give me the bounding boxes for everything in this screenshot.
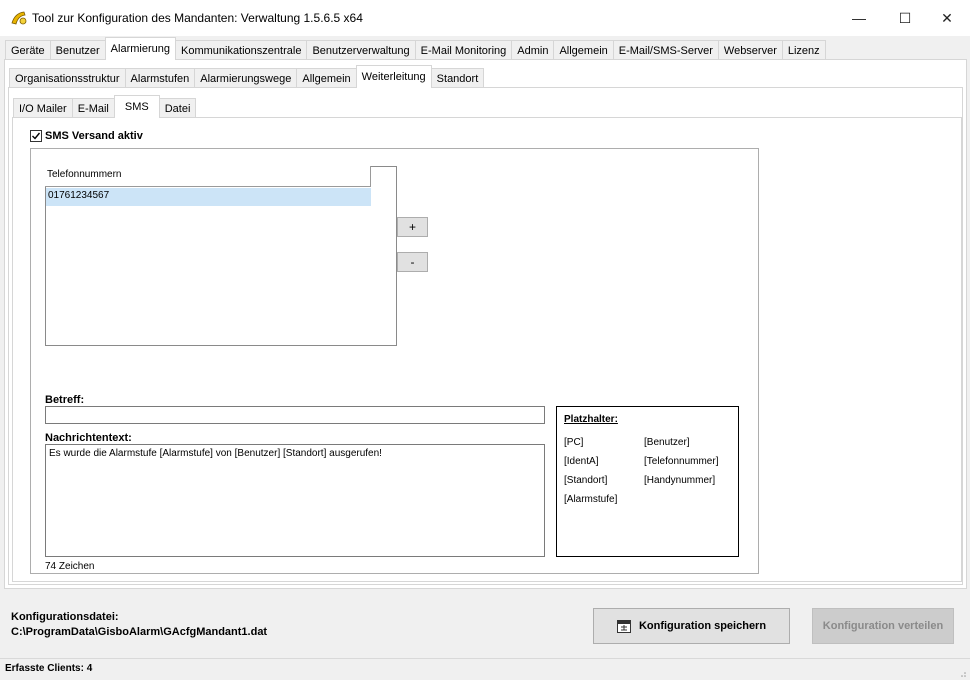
save-icon <box>616 619 631 633</box>
tab-webserver[interactable]: Webserver <box>717 40 783 60</box>
placeholder-handynummer: [Handynummer] <box>644 475 716 486</box>
tab-weiterleitung[interactable]: Weiterleitung <box>355 65 432 88</box>
tab-alarmierung[interactable]: Alarmierung <box>104 37 176 60</box>
save-config-label: Konfiguration speichern <box>638 620 767 632</box>
channel-tab-bar: I/O Mailer E-Mail SMS Datei <box>13 94 197 118</box>
resize-grip-icon[interactable] <box>958 668 966 677</box>
remove-number-button[interactable]: - <box>397 252 428 272</box>
window-title: Tool zur Konfiguration des Mandanten: Ve… <box>32 11 363 25</box>
placeholder-benutzer: [Benutzer] <box>644 437 690 448</box>
tab-organisationsstruktur[interactable]: Organisationsstruktur <box>9 68 126 88</box>
tab-datei[interactable]: Datei <box>158 98 197 118</box>
tab-kommunikationszentrale[interactable]: Kommunikationszentrale <box>174 40 308 60</box>
sms-active-label: SMS Versand aktiv <box>45 130 143 142</box>
tab-benutzerverwaltung[interactable]: Benutzerverwaltung <box>306 40 416 60</box>
tab-benutzer[interactable]: Benutzer <box>49 40 106 60</box>
tab-email[interactable]: E-Mail <box>71 98 115 118</box>
placeholder-standort: [Standort] <box>564 475 608 486</box>
sms-active-checkbox[interactable] <box>30 130 42 142</box>
main-tab-bar: Geräte Benutzer Alarmierung Kommunikatio… <box>5 37 826 60</box>
tab-io-mailer[interactable]: I/O Mailer <box>13 98 73 118</box>
list-item[interactable]: 01761234567 <box>46 188 371 206</box>
placeholder-pc: [PC] <box>564 437 584 448</box>
placeholder-title: Platzhalter: <box>564 414 618 425</box>
tab-admin[interactable]: Admin <box>511 40 555 60</box>
app-icon <box>10 9 28 27</box>
tab-geraete[interactable]: Geräte <box>5 40 51 60</box>
subject-label: Betreff: <box>45 394 85 406</box>
sub-tab-bar: Organisationsstruktur Alarmstufen Alarmi… <box>9 64 485 88</box>
tab-sub-allgemein[interactable]: Allgemein <box>296 68 357 88</box>
distribute-config-button[interactable]: Konfiguration verteilen <box>812 608 954 644</box>
config-file-label: Konfigurationsdatei: <box>11 611 119 623</box>
maximize-button[interactable]: ☐ <box>882 0 928 36</box>
checkmark-icon <box>32 132 41 140</box>
placeholder-alarmstufe: [Alarmstufe] <box>564 494 618 505</box>
tab-alarmierungswege[interactable]: Alarmierungswege <box>194 68 298 88</box>
message-label: Nachrichtentext: <box>45 432 132 444</box>
close-button[interactable]: ✕ <box>924 0 970 36</box>
tab-lizenz[interactable]: Lizenz <box>781 40 826 60</box>
tab-email-sms-server[interactable]: E-Mail/SMS-Server <box>612 40 719 60</box>
tab-allgemein[interactable]: Allgemein <box>553 40 614 60</box>
clients-count: Erfasste Clients: 4 <box>5 663 93 674</box>
minimize-button[interactable]: — <box>836 0 882 36</box>
save-config-button[interactable]: Konfiguration speichern <box>593 608 790 644</box>
placeholder-identa: [IdentA] <box>564 456 599 467</box>
config-file-path: C:\ProgramData\GisboAlarm\GAcfgMandant1.… <box>11 626 268 638</box>
list-header-telefonnummern[interactable]: Telefonnummern <box>45 166 371 187</box>
add-number-button[interactable]: + <box>397 217 428 237</box>
char-count: 74 Zeichen <box>45 561 95 572</box>
message-textarea[interactable]: Es wurde die Alarmstufe [Alarmstufe] von… <box>45 444 545 557</box>
status-bar <box>0 658 970 680</box>
subject-input[interactable] <box>45 406 545 424</box>
tab-sms[interactable]: SMS <box>113 95 160 118</box>
tab-email-monitoring[interactable]: E-Mail Monitoring <box>414 40 513 60</box>
placeholder-telefonnummer: [Telefonnummer] <box>644 456 719 467</box>
tab-standort[interactable]: Standort <box>430 68 485 88</box>
tab-alarmstufen[interactable]: Alarmstufen <box>124 68 196 88</box>
